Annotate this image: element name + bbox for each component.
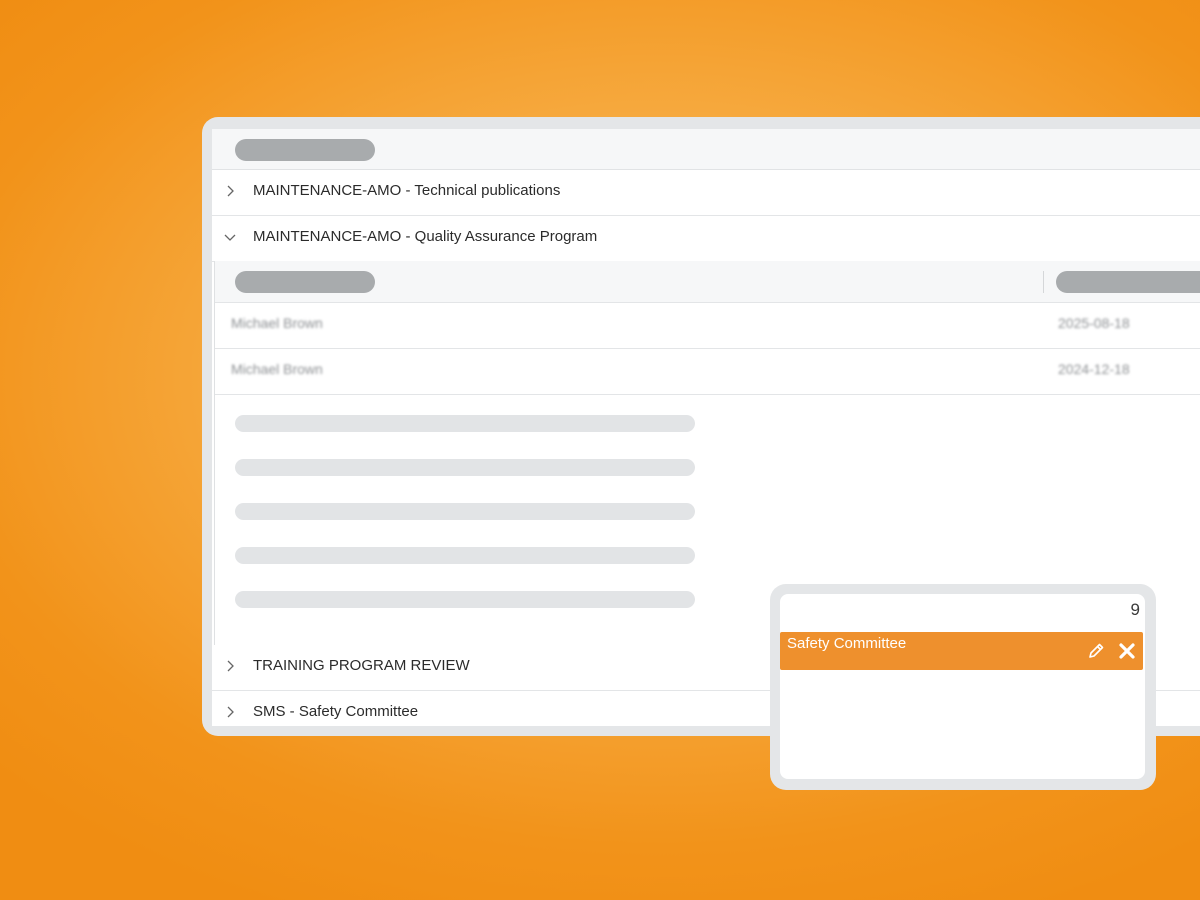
loading-placeholder-line <box>235 459 695 476</box>
column-divider[interactable] <box>1043 271 1044 293</box>
group-label: MAINTENANCE-AMO - Quality Assurance Prog… <box>253 228 598 245</box>
popup-card: 9 Safety Committee <box>770 584 1156 790</box>
popup-content: 9 Safety Committee <box>780 594 1145 779</box>
group-label: MAINTENANCE-AMO - Technical publications <box>253 182 561 199</box>
column-header-placeholder <box>1056 271 1200 293</box>
table-row[interactable]: Michael Brown 2025-08-18 <box>215 303 1200 349</box>
table-row[interactable]: Michael Brown 2024-12-18 <box>215 349 1200 395</box>
group-label: SMS - Safety Committee <box>253 703 419 720</box>
loading-placeholder-line <box>235 591 695 608</box>
loading-placeholder-line <box>235 415 695 432</box>
close-icon[interactable] <box>1116 640 1138 662</box>
group-row-quality-assurance[interactable]: MAINTENANCE-AMO - Quality Assurance Prog… <box>212 216 1200 262</box>
row-name: Michael Brown <box>231 361 323 377</box>
loading-placeholder-line <box>235 547 695 564</box>
item-count: 9 <box>1130 600 1140 619</box>
column-header-placeholder <box>235 271 375 293</box>
chevron-right-icon[interactable] <box>220 656 240 676</box>
row-date: 2025-08-18 <box>1058 315 1130 331</box>
group-row-technical-publications[interactable]: MAINTENANCE-AMO - Technical publications <box>212 170 1200 216</box>
group-label: TRAINING PROGRAM REVIEW <box>253 657 470 674</box>
item-label: Safety Committee <box>787 635 907 652</box>
chevron-right-icon[interactable] <box>220 702 240 722</box>
pencil-icon[interactable] <box>1085 640 1107 662</box>
toolbar-placeholder <box>235 139 375 161</box>
loading-placeholder-line <box>235 503 695 520</box>
chevron-right-icon[interactable] <box>220 181 240 201</box>
row-date: 2024-12-18 <box>1058 361 1130 377</box>
row-name: Michael Brown <box>231 315 323 331</box>
chevron-down-icon[interactable] <box>220 227 240 247</box>
table-toolbar <box>212 129 1200 170</box>
selected-item-safety-committee[interactable]: Safety Committee <box>780 632 1143 670</box>
sub-table-header <box>215 261 1200 303</box>
